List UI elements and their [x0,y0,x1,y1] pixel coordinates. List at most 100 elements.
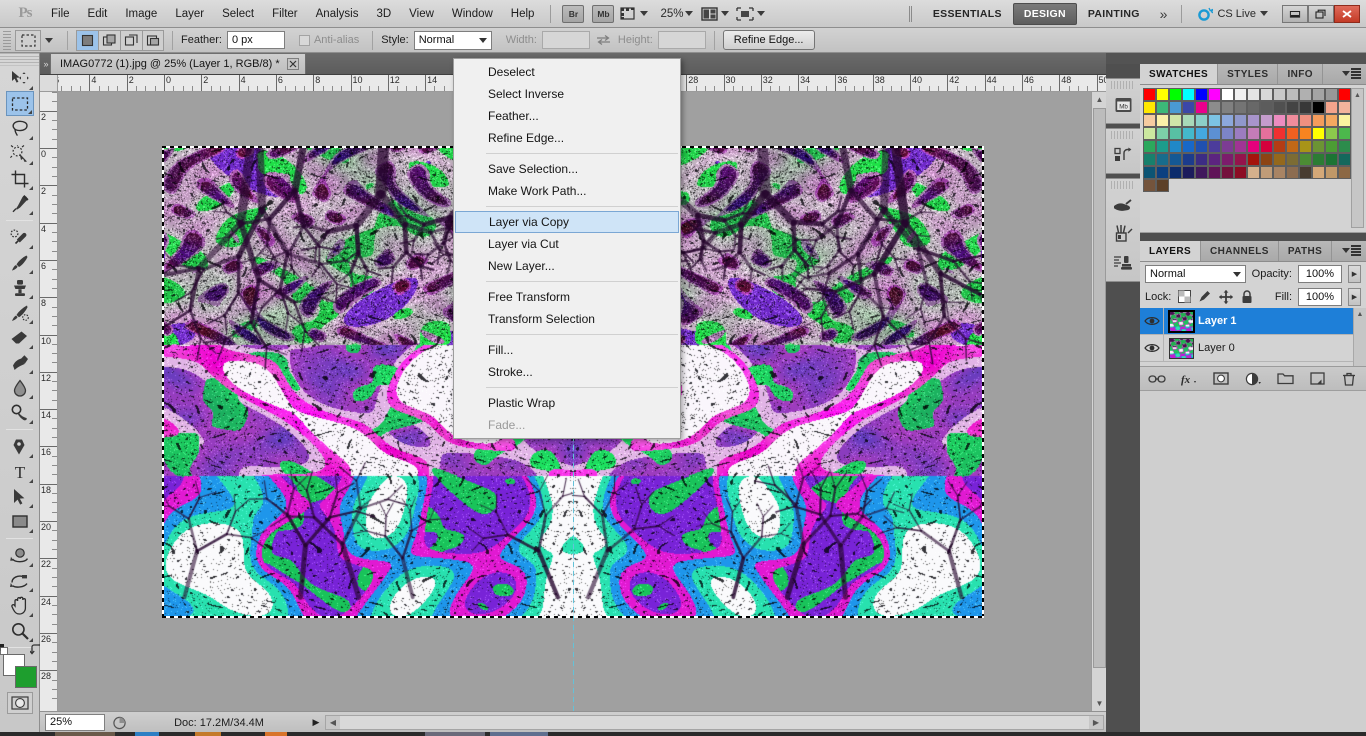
swatch-24[interactable] [1247,101,1260,114]
brush-presets-icon[interactable] [1109,191,1137,219]
swap-width-height-icon[interactable] [596,33,612,47]
background-color-swatch[interactable] [15,666,37,688]
menu-3d[interactable]: 3D [367,4,400,24]
swatch-11[interactable] [1286,88,1299,101]
swatch-54[interactable] [1221,127,1234,140]
swatch-35[interactable] [1182,114,1195,127]
vertical-scroll-thumb[interactable] [1093,108,1106,668]
dock-grip-1[interactable] [1111,81,1135,89]
swatch-53[interactable] [1208,127,1221,140]
swatch-42[interactable] [1273,114,1286,127]
layer-visibility-toggle[interactable] [1140,308,1164,334]
selection-context-menu[interactable]: Deselect Select Inverse Feather... Refine E… [453,58,681,439]
swatch-10[interactable] [1273,88,1286,101]
swatch-97[interactable] [1156,166,1169,179]
blur-tool[interactable] [6,375,34,400]
opacity-input[interactable]: 100% [1298,265,1342,283]
swatch-31[interactable] [1338,101,1351,114]
swatch-95[interactable] [1338,153,1351,166]
ruler-corner[interactable] [40,75,58,92]
new-adjustment-layer-icon[interactable] [1244,370,1262,388]
swatch-30[interactable] [1325,101,1338,114]
swatch-12[interactable] [1299,88,1312,101]
tab-channels[interactable]: CHANNELS [1201,241,1279,261]
vertical-ruler[interactable]: 420246810121416182022242628 [40,92,58,711]
scroll-up-arrow-icon[interactable]: ▲ [1092,92,1107,107]
cs-live-button[interactable]: CS Live [1189,6,1276,22]
swatch-33[interactable] [1156,114,1169,127]
layers-list-scrollbar[interactable]: ▲ [1353,308,1366,366]
swatch-74[interactable] [1273,140,1286,153]
menu-analysis[interactable]: Analysis [307,4,368,24]
swatch-105[interactable] [1260,166,1273,179]
swatch-101[interactable] [1208,166,1221,179]
swatch-68[interactable] [1195,140,1208,153]
tab-swatches[interactable]: SWATCHES [1140,64,1218,84]
swatch-111[interactable] [1338,166,1351,179]
swatch-40[interactable] [1247,114,1260,127]
swatch-7[interactable] [1234,88,1247,101]
options-bar-grip[interactable] [3,31,11,50]
swatch-50[interactable] [1169,127,1182,140]
swatch-94[interactable] [1325,153,1338,166]
opacity-stepper[interactable]: ▶ [1348,265,1361,283]
tab-styles[interactable]: STYLES [1218,64,1278,84]
swatch-20[interactable] [1195,101,1208,114]
swatch-84[interactable] [1195,153,1208,166]
arrange-documents-chevron-down-icon[interactable] [721,11,729,16]
swatch-36[interactable] [1195,114,1208,127]
layers-scroll-up-icon[interactable]: ▲ [1354,308,1366,320]
swatch-22[interactable] [1221,101,1234,114]
canvas-horizontal-scrollbar[interactable]: ◀ ▶ [325,715,1104,730]
mini-bridge-icon[interactable]: Mb [1109,91,1137,119]
history-icon[interactable] [1109,141,1137,169]
taskbar-item-6[interactable] [490,732,548,736]
hand-tool[interactable] [6,593,34,618]
swatches-panel-menu-icon[interactable] [1342,68,1361,79]
layer-visibility-toggle[interactable] [1140,335,1164,361]
scroll-left-arrow-icon[interactable]: ◀ [326,716,340,729]
context-menu-item-deselect[interactable]: Deselect [454,61,680,83]
swatch-80[interactable] [1143,153,1156,166]
add-layer-mask-icon[interactable] [1212,370,1230,388]
clone-source-icon[interactable] [1109,249,1137,277]
swatch-77[interactable] [1312,140,1325,153]
height-input[interactable] [658,31,706,49]
add-to-selection-button[interactable] [98,30,120,51]
rotate-3d-camera-tool[interactable] [6,568,34,593]
swatch-83[interactable] [1182,153,1195,166]
swatch-90[interactable] [1273,153,1286,166]
swatch-25[interactable] [1260,101,1273,114]
swatch-8[interactable] [1247,88,1260,101]
swatch-61[interactable] [1312,127,1325,140]
swatch-96[interactable] [1143,166,1156,179]
lock-position-icon[interactable] [1219,290,1233,304]
swatch-62[interactable] [1325,127,1338,140]
screen-mode-icon[interactable] [735,5,755,23]
swatch-58[interactable] [1273,127,1286,140]
menu-window[interactable]: Window [443,4,502,24]
swatch-98[interactable] [1169,166,1182,179]
menu-layer[interactable]: Layer [166,4,213,24]
swatch-1[interactable] [1156,88,1169,101]
swatch-44[interactable] [1299,114,1312,127]
swatch-0[interactable] [1143,88,1156,101]
layers-panel-menu-icon[interactable] [1342,245,1361,256]
context-menu-item-select-inverse[interactable]: Select Inverse [454,83,680,105]
layer-thumbnail[interactable] [1169,338,1194,359]
delete-layer-icon[interactable] [1340,370,1358,388]
swatch-108[interactable] [1299,166,1312,179]
swatch-88[interactable] [1247,153,1260,166]
swatch-38[interactable] [1221,114,1234,127]
dock-grip-2[interactable] [1111,131,1135,139]
swatch-71[interactable] [1234,140,1247,153]
gradient-tool[interactable] [6,350,34,375]
refine-edge-button[interactable]: Refine Edge... [723,30,815,50]
swatch-69[interactable] [1208,140,1221,153]
subtract-from-selection-button[interactable] [120,30,142,51]
context-menu-item-save-selection[interactable]: Save Selection... [454,158,680,180]
context-menu-item-new-layer[interactable]: New Layer... [454,255,680,277]
swatch-81[interactable] [1156,153,1169,166]
swatch-73[interactable] [1260,140,1273,153]
anti-alias-option[interactable]: Anti-alias [299,34,364,46]
